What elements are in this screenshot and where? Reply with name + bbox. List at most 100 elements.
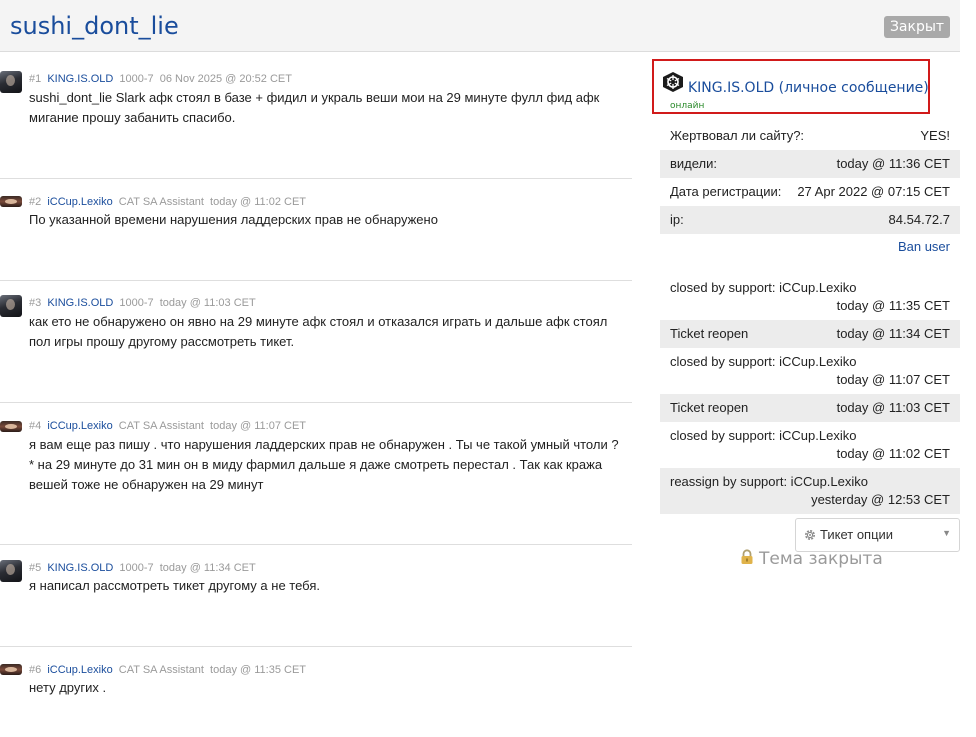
post-body: нету других .	[29, 678, 629, 698]
post-author-rank: 1000-7	[119, 562, 154, 574]
ban-user-link[interactable]: Ban user	[898, 239, 950, 254]
log-action: Ticket reopen	[670, 326, 749, 341]
post-author-link[interactable]: iCCup.Lexiko	[47, 664, 112, 676]
post-body: я написал рассмотреть тикет другому а не…	[29, 576, 629, 596]
post-number[interactable]: #4	[29, 420, 41, 432]
post-meta: #1 KING.IS.OLD 1000-7 06 Nov 2025 @ 20:5…	[29, 73, 292, 85]
post-author-rank: 1000-7	[119, 297, 154, 309]
gear-icon	[805, 530, 815, 540]
info-row-registered: Дата регистрации: 27 Apr 2022 @ 07:15 CE…	[660, 178, 960, 206]
ticket-options-dropdown[interactable]: Тикет опции ▼	[795, 518, 960, 552]
post: #4 iCCup.Lexiko CAT SA Assistant today @…	[0, 403, 632, 545]
post-date: today @ 11:34 CET	[159, 562, 256, 574]
post: #1 KING.IS.OLD 1000-7 06 Nov 2025 @ 20:5…	[0, 52, 632, 179]
status-badge: Закрыт	[884, 16, 950, 38]
online-status: онлайн	[670, 101, 705, 111]
log-time: yesterday @ 12:53 CET	[811, 492, 950, 507]
user-card: KING.IS.OLD (личное сообщение) онлайн	[652, 59, 930, 114]
log-action: closed by support: iCCup.Lexiko	[670, 354, 857, 369]
post-number[interactable]: #2	[29, 196, 41, 208]
post-line: вешей тоже не обнаружен на 29 минут	[29, 477, 264, 492]
post-meta: #4 iCCup.Lexiko CAT SA Assistant today @…	[29, 420, 306, 432]
post-line: пол игры прошу другому рассмотреть тикет…	[29, 334, 295, 349]
post: #6 iCCup.Lexiko CAT SA Assistant today @…	[0, 647, 632, 737]
user-profile-link[interactable]: KING.IS.OLD (личное сообщение)	[688, 80, 929, 96]
post-line: sushi_dont_lie Slark афк стоял в базе + …	[29, 90, 600, 105]
info-value: 84.54.72.7	[888, 212, 950, 227]
post-body: sushi_dont_lie Slark афк стоял в базе + …	[29, 88, 629, 128]
post-author-link[interactable]: iCCup.Lexiko	[47, 420, 112, 432]
log-entry: closed by support: iCCup.Lexiko today @ …	[660, 274, 960, 320]
post-author-link[interactable]: KING.IS.OLD	[47, 297, 113, 309]
post-number[interactable]: #5	[29, 562, 41, 574]
post-line: мигание прошу забанить спасибо.	[29, 110, 236, 125]
info-value: YES!	[920, 128, 950, 143]
log-action: closed by support: iCCup.Lexiko	[670, 428, 857, 443]
post-line: По указанной времени нарушения ладдерски…	[29, 212, 438, 227]
log-entry: Ticket reopen today @ 11:34 CET	[660, 320, 960, 348]
post-author-link[interactable]: iCCup.Lexiko	[47, 196, 112, 208]
lock-icon	[741, 549, 753, 564]
log-entry: closed by support: iCCup.Lexiko today @ …	[660, 348, 960, 394]
log-entry: reassign by support: iCCup.Lexiko yester…	[660, 468, 960, 514]
page-header: sushi_dont_lie Закрыт	[0, 0, 960, 52]
post-author-link[interactable]: KING.IS.OLD	[47, 562, 113, 574]
post: #5 KING.IS.OLD 1000-7 today @ 11:34 CET …	[0, 545, 632, 647]
log-time: today @ 11:02 CET	[836, 446, 950, 461]
iccup-logo-icon	[663, 72, 683, 92]
avatar[interactable]	[0, 560, 22, 582]
post-date: 06 Nov 2025 @ 20:52 CET	[159, 73, 292, 85]
post-date: today @ 11:07 CET	[210, 420, 307, 432]
info-value: 27 Apr 2022 @ 07:15 CET	[797, 184, 950, 199]
log-entry: Ticket reopen today @ 11:03 CET	[660, 394, 960, 422]
post-meta: #5 KING.IS.OLD 1000-7 today @ 11:34 CET	[29, 562, 256, 574]
log-time: today @ 11:07 CET	[836, 372, 950, 387]
log-action: reassign by support: iCCup.Lexiko	[670, 474, 868, 489]
post-number[interactable]: #3	[29, 297, 41, 309]
avatar[interactable]	[0, 295, 22, 317]
post-meta: #3 KING.IS.OLD 1000-7 today @ 11:03 CET	[29, 297, 256, 309]
log-action: Ticket reopen	[670, 400, 749, 415]
info-row-last-seen: видели: today @ 11:36 CET	[660, 150, 960, 178]
post: #3 KING.IS.OLD 1000-7 today @ 11:03 CET …	[0, 281, 632, 403]
post-body: как ето не обнаружено он явно на 29 мину…	[29, 312, 629, 352]
avatar[interactable]	[0, 196, 22, 207]
post-body: По указанной времени нарушения ладдерски…	[29, 210, 629, 230]
post-number[interactable]: #6	[29, 664, 41, 676]
info-value: today @ 11:36 CET	[836, 156, 950, 171]
private-message-link[interactable]: (личное сообщение)	[779, 80, 929, 96]
post-meta: #2 iCCup.Lexiko CAT SA Assistant today @…	[29, 196, 306, 208]
info-label: видели:	[670, 156, 718, 171]
avatar[interactable]	[0, 421, 22, 432]
post-number[interactable]: #1	[29, 73, 41, 85]
ticket-options-label: Тикет опции	[820, 527, 894, 542]
log-time: today @ 11:03 CET	[836, 400, 950, 415]
post-author-rank: 1000-7	[119, 73, 154, 85]
post-date: today @ 11:02 CET	[210, 196, 307, 208]
info-row-ip: ip: 84.54.72.7	[660, 206, 960, 234]
post-author-rank: CAT SA Assistant	[118, 420, 204, 432]
post-body: я вам еще раз пишу . что нарушения ладде…	[29, 435, 629, 495]
info-row-donated: Жертвовал ли сайту?: YES!	[660, 122, 960, 150]
post-date: today @ 11:35 CET	[210, 664, 307, 676]
post-author-link[interactable]: KING.IS.OLD	[47, 73, 113, 85]
avatar[interactable]	[0, 664, 22, 675]
topic-closed-label: Тема закрыта	[759, 549, 883, 569]
post-line: я вам еще раз пишу . что нарушения ладде…	[29, 437, 619, 452]
topic-closed-notice: Тема закрыта	[740, 549, 883, 569]
log-entry: closed by support: iCCup.Lexiko today @ …	[660, 422, 960, 468]
info-label: ip:	[670, 212, 684, 227]
log-action: closed by support: iCCup.Lexiko	[670, 280, 857, 295]
info-label: Жертвовал ли сайту?:	[670, 128, 805, 143]
post-author-rank: CAT SA Assistant	[118, 664, 204, 676]
user-name-link[interactable]: KING.IS.OLD	[688, 80, 774, 96]
avatar[interactable]	[0, 71, 22, 93]
chevron-down-icon: ▼	[942, 528, 951, 538]
log-time: today @ 11:34 CET	[836, 326, 950, 341]
post-line: нету других .	[29, 680, 107, 695]
post-author-rank: CAT SA Assistant	[118, 196, 204, 208]
post-meta: #6 iCCup.Lexiko CAT SA Assistant today @…	[29, 664, 306, 676]
page-title: sushi_dont_lie	[10, 12, 179, 40]
post: #2 iCCup.Lexiko CAT SA Assistant today @…	[0, 179, 632, 281]
post-line: * на 29 минуте до 31 мин он в миду фарми…	[29, 457, 603, 472]
